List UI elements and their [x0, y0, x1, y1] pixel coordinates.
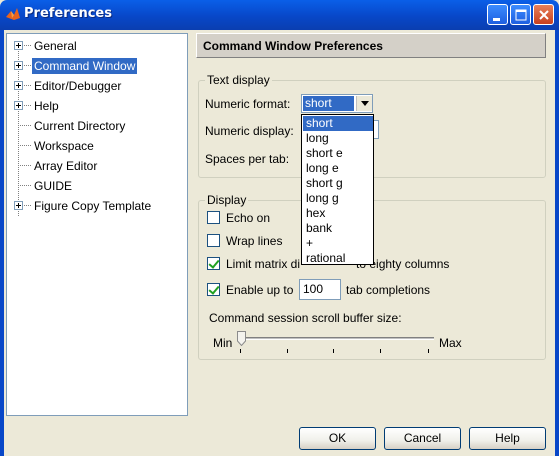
close-button[interactable]: [533, 4, 554, 25]
dropdown-option[interactable]: short g: [303, 176, 373, 191]
tree-item-label: Help: [34, 99, 59, 113]
checkbox-label: Enable up to: [226, 283, 294, 297]
scroll-buffer-slider-track[interactable]: [240, 337, 434, 340]
maximize-button[interactable]: [510, 4, 531, 25]
tab-completions-input[interactable]: 100: [299, 279, 341, 300]
numeric-format-label: Numeric format:: [205, 97, 291, 111]
tree-item-general[interactable]: General: [7, 36, 187, 56]
minimize-button[interactable]: [487, 4, 508, 25]
dropdown-option[interactable]: long: [303, 131, 373, 146]
help-button[interactable]: Help: [469, 427, 546, 450]
tree-item-label: Figure Copy Template: [34, 199, 152, 213]
minimize-icon: [493, 18, 500, 21]
tree-item-help[interactable]: Help: [7, 96, 187, 116]
slider-tick: [380, 349, 381, 353]
ok-button[interactable]: OK: [299, 427, 376, 450]
panel-header: Command Window Preferences: [196, 33, 546, 58]
title-bar[interactable]: Preferences: [0, 0, 559, 30]
tree-item-workspace[interactable]: Workspace: [7, 136, 187, 156]
dropdown-option[interactable]: hex: [303, 206, 373, 221]
slider-tick: [287, 349, 288, 353]
maximize-icon: [515, 9, 527, 21]
tree-item-current-directory[interactable]: Current Directory: [7, 116, 187, 136]
spaces-per-tab-label: Spaces per tab:: [205, 152, 290, 166]
checkbox-label: Echo on: [226, 211, 271, 225]
tree-item-label: Current Directory: [34, 119, 126, 133]
window-title: Preferences: [24, 6, 112, 21]
numeric-format-select[interactable]: short: [301, 94, 373, 113]
expand-icon[interactable]: [14, 41, 23, 50]
close-icon: [539, 10, 549, 20]
window-frame-right: [555, 30, 559, 456]
slider-max-label: Max: [439, 336, 462, 350]
group-title: Text display: [205, 73, 272, 87]
expand-icon[interactable]: [14, 81, 23, 90]
checkbox-box[interactable]: [207, 283, 220, 296]
tree-item-label: Array Editor: [34, 159, 98, 173]
dropdown-option[interactable]: bank: [303, 221, 373, 236]
window-frame-left: [0, 30, 4, 456]
tree-item-label: General: [34, 39, 77, 53]
numeric-format-dropdown-list[interactable]: short long short e long e short g long g…: [301, 114, 374, 265]
checkbox-box[interactable]: [207, 257, 220, 270]
slider-tick: [333, 349, 334, 353]
dropdown-option[interactable]: short: [303, 116, 373, 131]
tree-item-guide[interactable]: GUIDE: [7, 176, 187, 196]
slider-tick: [428, 349, 429, 353]
checkbox-box[interactable]: [207, 211, 220, 224]
group-title: Display: [205, 193, 249, 207]
dropdown-option[interactable]: long g: [303, 191, 373, 206]
tab-completions-label: tab completions: [346, 283, 431, 297]
matlab-logo-icon: [6, 8, 20, 20]
checkbox-box[interactable]: [207, 234, 220, 247]
expand-icon[interactable]: [14, 61, 23, 70]
numeric-display-label: Numeric display:: [205, 124, 294, 138]
preferences-tree[interactable]: General Command Window Editor/Debugger H…: [6, 33, 188, 416]
dropdown-option[interactable]: long e: [303, 161, 373, 176]
scroll-buffer-label: Command session scroll buffer size:: [209, 311, 402, 325]
limit-matrix-label-start: Limit matrix di: [226, 257, 301, 271]
tree-item-figure-copy-template[interactable]: Figure Copy Template: [7, 196, 187, 216]
tree-item-label: Command Window: [32, 58, 138, 74]
tree-item-array-editor[interactable]: Array Editor: [7, 156, 187, 176]
panel-title: Command Window Preferences: [203, 39, 383, 53]
expand-icon[interactable]: [14, 201, 23, 210]
tree-item-editor-debugger[interactable]: Editor/Debugger: [7, 76, 187, 96]
checkbox-label: Wrap lines: [226, 234, 283, 248]
expand-icon[interactable]: [14, 101, 23, 110]
tree-item-label: Editor/Debugger: [34, 79, 122, 93]
cancel-button[interactable]: Cancel: [384, 427, 461, 450]
slider-min-label: Min: [213, 336, 233, 350]
chevron-down-icon[interactable]: [356, 96, 372, 111]
dropdown-option[interactable]: rational: [303, 251, 373, 266]
numeric-format-value: short: [303, 96, 354, 111]
tree-item-label: GUIDE: [34, 179, 73, 193]
slider-tick: [240, 349, 241, 353]
dropdown-option[interactable]: short e: [303, 146, 373, 161]
tree-item-command-window[interactable]: Command Window: [7, 56, 187, 76]
tree-item-label: Workspace: [34, 139, 94, 153]
slider-thumb-icon[interactable]: [237, 331, 246, 346]
dropdown-option[interactable]: +: [303, 236, 373, 251]
